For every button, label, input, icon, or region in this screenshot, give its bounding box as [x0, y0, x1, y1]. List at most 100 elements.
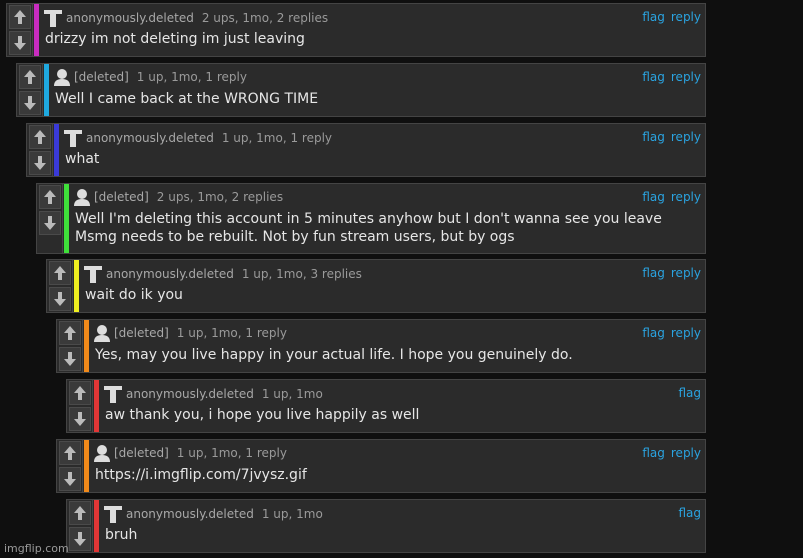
reply-link[interactable]: reply: [671, 10, 701, 24]
vote-column: [47, 260, 73, 312]
username[interactable]: anonymously.deleted: [126, 387, 254, 401]
vote-column: [57, 440, 83, 492]
comment-meta: [deleted] 1 up, 1mo, 1 reply flag reply: [93, 444, 701, 464]
flag-link[interactable]: flag: [642, 266, 665, 280]
comment-stats: 1 up, 1mo, 1 reply: [176, 446, 287, 460]
comment-meta: anonymously.deleted 2 ups, 1mo, 2 replies…: [43, 8, 701, 28]
upvote-button[interactable]: [69, 381, 91, 405]
reply-link[interactable]: reply: [671, 326, 701, 340]
comment: anonymously.deleted 1 up, 1mo, 3 replies …: [46, 259, 706, 313]
flag-link[interactable]: flag: [642, 190, 665, 204]
arrow-down-icon: [24, 96, 36, 110]
flag-link[interactable]: flag: [678, 386, 701, 400]
vote-column: [57, 320, 83, 372]
comment-stats: 1 up, 1mo, 1 reply: [221, 131, 333, 145]
reply-link[interactable]: reply: [671, 266, 701, 280]
comment: [deleted] 1 up, 1mo, 1 reply flag reply Ye…: [56, 319, 706, 373]
comment-text: drizzy im not deleting im just leaving: [45, 31, 305, 47]
username[interactable]: [deleted]: [114, 446, 169, 460]
comment-text: aw thank you, i hope you live happily as…: [105, 407, 420, 423]
downvote-button[interactable]: [39, 211, 61, 235]
comment-text: wait do ik you: [85, 287, 183, 303]
arrow-down-icon: [54, 292, 66, 306]
downvote-button[interactable]: [19, 91, 41, 115]
comment-text-line: Well I'm deleting this account in 5 minu…: [75, 211, 662, 227]
comment-meta: anonymously.deleted 1 up, 1mo, 1 reply fl…: [63, 128, 701, 148]
vote-column: [27, 124, 53, 176]
username[interactable]: anonymously.deleted: [86, 131, 214, 145]
downvote-button[interactable]: [29, 151, 51, 175]
arrow-up-icon: [44, 190, 56, 204]
comment: [deleted] 1 up, 1mo, 1 reply flag reply We…: [16, 63, 706, 117]
comment-text: Well I came back at the WRONG TIME: [55, 91, 319, 107]
comment-meta: [deleted] 1 up, 1mo, 1 reply flag reply: [93, 324, 701, 344]
downvote-button[interactable]: [69, 527, 91, 551]
vote-column: [67, 500, 93, 552]
reply-link[interactable]: reply: [671, 130, 701, 144]
downvote-button[interactable]: [9, 31, 31, 55]
arrow-down-icon: [74, 532, 86, 546]
arrow-up-icon: [74, 386, 86, 400]
reply-link[interactable]: reply: [671, 70, 701, 84]
thread-depth-bar: [74, 260, 79, 312]
downvote-button[interactable]: [59, 467, 81, 491]
comment-stats: 2 ups, 1mo, 2 replies: [201, 11, 329, 25]
upvote-button[interactable]: [29, 125, 51, 149]
upvote-button[interactable]: [49, 261, 71, 285]
arrow-up-icon: [34, 130, 46, 144]
comment: [deleted] 2 ups, 1mo, 2 replies flag reply…: [36, 183, 706, 254]
username[interactable]: [deleted]: [94, 190, 149, 204]
arrow-up-icon: [14, 10, 26, 24]
vote-column: [17, 64, 43, 116]
username[interactable]: [deleted]: [74, 70, 129, 84]
arrow-up-icon: [24, 70, 36, 84]
downvote-button[interactable]: [69, 407, 91, 431]
tshirt-icon: [64, 130, 82, 147]
comment: anonymously.deleted 2 ups, 1mo, 2 replies…: [6, 3, 706, 57]
upvote-button[interactable]: [69, 501, 91, 525]
person-icon: [54, 69, 70, 86]
thread-depth-bar: [64, 184, 69, 253]
thread-depth-bar: [44, 64, 49, 116]
comment-meta: anonymously.deleted 1 up, 1mo flag: [103, 504, 701, 524]
comment: anonymously.deleted 1 up, 1mo flag bruh: [66, 499, 706, 553]
arrow-down-icon: [64, 472, 76, 486]
arrow-up-icon: [74, 506, 86, 520]
username[interactable]: anonymously.deleted: [106, 267, 234, 281]
vote-column: [7, 4, 33, 56]
flag-link[interactable]: flag: [642, 70, 665, 84]
username[interactable]: [deleted]: [114, 326, 169, 340]
tshirt-icon: [44, 10, 62, 27]
thread-depth-bar: [84, 440, 89, 492]
upvote-button[interactable]: [19, 65, 41, 89]
upvote-button[interactable]: [59, 441, 81, 465]
username[interactable]: anonymously.deleted: [66, 11, 194, 25]
username[interactable]: anonymously.deleted: [126, 507, 254, 521]
flag-link[interactable]: flag: [642, 326, 665, 340]
flag-link[interactable]: flag: [642, 10, 665, 24]
thread-depth-bar: [84, 320, 89, 372]
arrow-up-icon: [64, 446, 76, 460]
comment-meta: anonymously.deleted 1 up, 1mo flag: [103, 384, 701, 404]
comment-link-text[interactable]: https://i.imgflip.com/7jvysz.gif: [95, 466, 699, 484]
reply-link[interactable]: reply: [671, 190, 701, 204]
downvote-button[interactable]: [59, 347, 81, 371]
upvote-button[interactable]: [59, 321, 81, 345]
arrow-down-icon: [74, 412, 86, 426]
upvote-button[interactable]: [9, 5, 31, 29]
comment: [deleted] 1 up, 1mo, 1 reply flag reply ht…: [56, 439, 706, 493]
flag-link[interactable]: flag: [642, 130, 665, 144]
tshirt-icon: [104, 506, 122, 523]
thread-depth-bar: [54, 124, 59, 176]
reply-link[interactable]: reply: [671, 446, 701, 460]
downvote-button[interactable]: [49, 287, 71, 311]
comment-text: Yes, may you live happy in your actual l…: [95, 347, 573, 363]
comment-text-line: Msmg needs to be rebuilt. Not by fun str…: [75, 229, 515, 245]
flag-link[interactable]: flag: [678, 506, 701, 520]
thread-depth-bar: [34, 4, 39, 56]
imgflip-watermark: imgflip.com: [4, 542, 69, 555]
upvote-button[interactable]: [39, 185, 61, 209]
flag-link[interactable]: flag: [642, 446, 665, 460]
vote-column: [67, 380, 93, 432]
comment-meta: anonymously.deleted 1 up, 1mo, 3 replies …: [83, 264, 701, 284]
